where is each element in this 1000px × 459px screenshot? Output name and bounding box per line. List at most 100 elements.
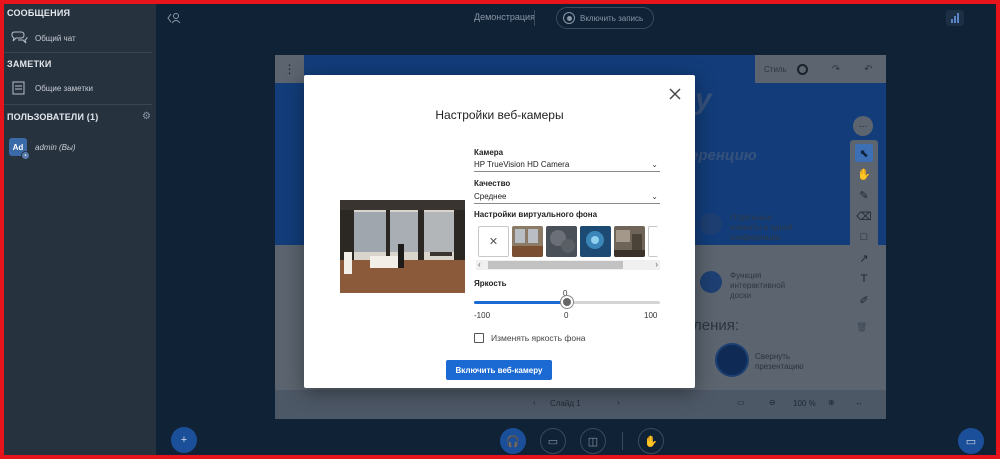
divider: [534, 10, 535, 26]
brightness-max: 100: [644, 311, 658, 320]
select-tool-icon[interactable]: ⬉: [855, 144, 873, 162]
avatar: Ad •: [9, 138, 30, 160]
webcam-settings-dialog: Настройки веб-камеры Камера HP TrueVisio…: [304, 75, 695, 388]
messages-header: СООБЩЕНИЯ: [7, 8, 71, 18]
bg-brightness-option[interactable]: Изменять яркость фона: [474, 333, 586, 343]
menu-dots-icon[interactable]: ⋮: [275, 55, 304, 83]
divider: [622, 432, 623, 450]
chevron-down-icon: ⌄: [651, 160, 658, 169]
scroll-thumb[interactable]: [488, 261, 623, 269]
divider: [4, 52, 152, 53]
users-header: ПОЛЬЗОВАТЕЛИ (1): [7, 112, 99, 122]
feature-text: Функция интерактивной доски: [730, 271, 786, 300]
camera-select[interactable]: HP TrueVision HD Camera ⌄: [474, 158, 660, 172]
sticky-icon[interactable]: ✐: [855, 291, 873, 309]
presentation-icon[interactable]: ▭: [958, 428, 984, 454]
fullscreen-icon[interactable]: ↔: [855, 398, 863, 407]
stats-icon[interactable]: [946, 10, 964, 26]
gear-icon[interactable]: ⚙: [142, 111, 151, 122]
webcam-preview: [340, 200, 465, 293]
slide-title-fragment: у: [695, 83, 712, 116]
redo-icon[interactable]: ↷: [832, 64, 840, 75]
sidebar: СООБЩЕНИЯ Общий чат ЗАМЕТКИ Общие заметк…: [0, 0, 197, 459]
screen-share-icon[interactable]: ◫: [580, 428, 606, 454]
slide-footer: ‹ Слайд 1 › ▭ ⊖ 100 % ⊕ ↔: [275, 390, 886, 419]
virtual-bg-list: ✕: [478, 226, 658, 258]
chevron-down-icon: ⌄: [651, 192, 658, 201]
slide-heading-fragment: ления:: [693, 317, 740, 334]
brightness-label: Яркость: [474, 279, 507, 288]
pencil-icon[interactable]: ✎: [855, 186, 873, 204]
presentation-icon: [715, 343, 749, 377]
whiteboard-icon: [700, 271, 722, 293]
quality-label: Качество: [474, 179, 511, 188]
quality-select[interactable]: Среднее ⌄: [474, 190, 660, 204]
bg-thumb[interactable]: [580, 226, 611, 257]
mic-status-icon: •: [21, 151, 30, 160]
quality-value: Среднее: [474, 192, 507, 201]
dialog-title: Настройки веб-камеры: [435, 108, 564, 122]
chat-icon: [11, 31, 28, 44]
feature-text: Отдельные комнаты в одной конференции: [730, 213, 793, 242]
hand-tool-icon[interactable]: ✋: [855, 165, 873, 183]
notes-icon: [12, 81, 25, 95]
scroll-left-icon[interactable]: ‹: [478, 260, 481, 270]
divider: [4, 104, 152, 105]
bg-brightness-label: Изменять яркость фона: [491, 333, 586, 343]
undo-icon[interactable]: ↶: [864, 64, 872, 75]
enable-webcam-button[interactable]: Включить веб-камеру: [446, 360, 552, 380]
feature-item: Отдельные комнаты в одной конференции: [700, 213, 820, 243]
virtual-bg-scrollbar[interactable]: ‹ ›: [476, 260, 660, 270]
user-list-item[interactable]: Ad • admin (Вы): [9, 138, 76, 160]
bg-thumb[interactable]: [614, 226, 645, 257]
zoom-level: 100 %: [793, 399, 816, 408]
sidebar-item-public-chat[interactable]: Общий чат: [9, 30, 76, 46]
style-label: Стиль: [764, 64, 787, 74]
close-icon[interactable]: [667, 86, 683, 102]
virtual-bg-label: Настройки виртуального фона: [474, 210, 598, 219]
public-chat-label: Общий чат: [35, 33, 76, 43]
slider-fill: [474, 301, 567, 304]
prev-slide-icon[interactable]: ‹: [533, 398, 536, 407]
eraser-icon[interactable]: ⌫: [855, 207, 873, 225]
record-icon: [563, 12, 575, 24]
bg-thumb[interactable]: [546, 226, 577, 257]
record-button[interactable]: Включить запись: [556, 7, 654, 29]
bg-thumb[interactable]: [648, 226, 658, 257]
sidebar-item-shared-notes[interactable]: Общие заметки: [9, 80, 93, 96]
fit-icon[interactable]: ▭: [737, 398, 745, 407]
raise-hand-icon[interactable]: ✋: [638, 428, 664, 454]
feature-item: Функция интерактивной доски: [700, 271, 820, 301]
user-initials: Ad: [12, 142, 24, 152]
next-slide-icon[interactable]: ›: [617, 398, 620, 407]
bg-thumb[interactable]: [512, 226, 543, 257]
notes-header: ЗАМЕТКИ: [7, 59, 52, 69]
slider-handle[interactable]: [561, 296, 573, 308]
arrow-icon[interactable]: ↗: [855, 249, 873, 267]
camera-value: HP TrueVision HD Camera: [474, 160, 570, 169]
slide-selector[interactable]: Слайд 1: [550, 399, 581, 408]
rectangle-icon[interactable]: □: [855, 228, 873, 246]
scroll-right-icon[interactable]: ›: [655, 260, 658, 270]
rooms-icon: [700, 213, 722, 235]
mic-icon[interactable]: 🎧: [500, 428, 526, 454]
none-icon[interactable]: ✕: [478, 226, 509, 257]
zoom-out-icon[interactable]: ⊖: [769, 398, 776, 407]
camera-off-icon[interactable]: ▭: [540, 428, 566, 454]
shared-notes-label: Общие заметки: [35, 83, 93, 93]
zoom-in-icon[interactable]: ⊕: [828, 398, 835, 407]
brightness-mid: 0: [564, 311, 569, 320]
text-icon[interactable]: T: [855, 270, 873, 288]
slide-subtitle-fragment: еренцию: [690, 147, 757, 164]
plus-icon[interactable]: +: [171, 427, 197, 453]
whiteboard-toolbar: ⬉ ✋ ✎ ⌫ □ ↗ T ✐: [850, 140, 878, 316]
record-label: Включить запись: [580, 13, 644, 23]
collapse-icon[interactable]: [166, 11, 182, 25]
trash-icon[interactable]: 🗑: [856, 322, 867, 333]
user-name: admin (Вы): [35, 142, 76, 152]
style-color-icon[interactable]: [796, 63, 808, 75]
more-tools-icon[interactable]: ⋯: [853, 116, 873, 136]
presentation-title: Демонстрация: [474, 12, 535, 22]
bg-brightness-checkbox[interactable]: [474, 333, 484, 343]
style-toolbar: Стиль ↷ ↶: [755, 55, 886, 83]
